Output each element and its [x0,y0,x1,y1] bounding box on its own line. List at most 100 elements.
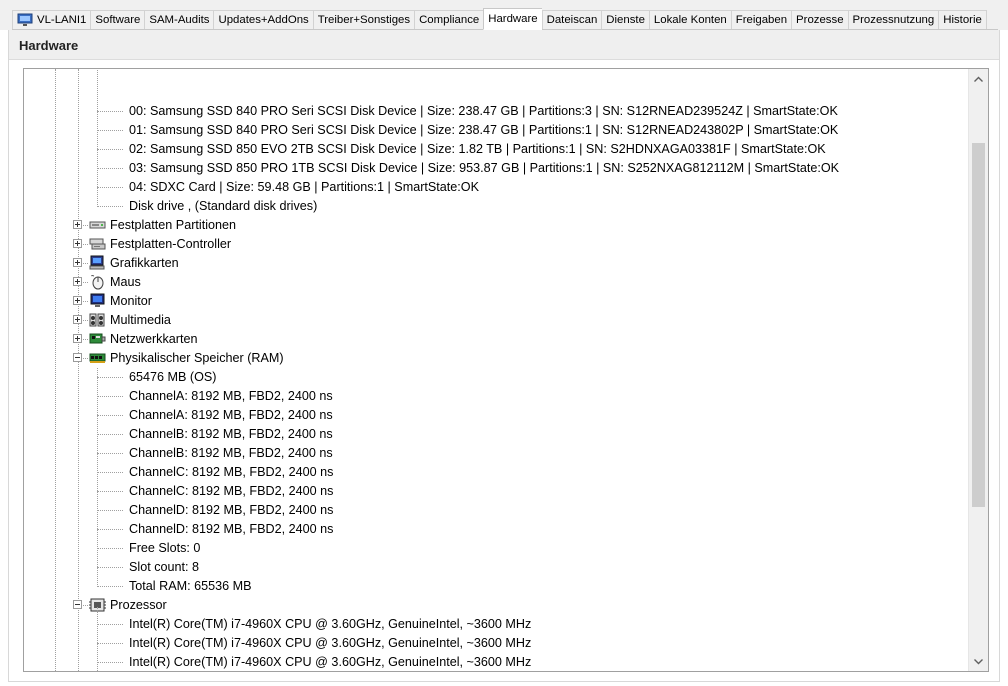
tree-item[interactable]: Intel(R) Core(TM) i7-4960X CPU @ 3.60GHz… [24,615,964,634]
tree-connector [97,472,123,473]
tree-item[interactable]: ChannelB: 8192 MB, FBD2, 2400 ns [24,444,964,463]
tab-freigaben[interactable]: Freigaben [730,10,792,30]
page-title: Hardware [19,38,79,53]
tree-item[interactable]: Disk drive , (Standard disk drives) [24,197,964,216]
collapse-minus-icon[interactable] [73,353,82,362]
tree-item[interactable]: ChannelA: 8192 MB, FBD2, 2400 ns [24,387,964,406]
tree-category-node[interactable]: Multimedia [24,311,964,330]
tree-item[interactable]: ChannelC: 8192 MB, FBD2, 2400 ns [24,463,964,482]
tab-prozesse[interactable]: Prozesse [791,10,848,30]
tree-category-node[interactable]: Festplatten Partitionen [24,216,964,235]
tab-dienste[interactable]: Dienste [601,10,649,30]
tree-connector [97,548,123,549]
tree-item[interactable]: Slot count: 8 [24,558,964,577]
tab-dateiscan[interactable]: Dateiscan [541,10,602,30]
multimedia-icon [89,312,106,328]
tree-node-label: Multimedia [110,313,171,327]
tab-label: Treiber+Sonstiges [317,14,411,26]
expand-plus-icon[interactable] [73,334,82,343]
tree-item[interactable]: 00: Samsung SSD 840 PRO Seri SCSI Disk D… [24,102,964,121]
tab-label: Prozesse [796,14,844,26]
tab-hardware[interactable]: Hardware [483,8,542,30]
tree-item[interactable]: Intel(R) Core(TM) i7-4960X CPU @ 3.60GHz… [24,653,964,671]
tab-historie[interactable]: Historie [938,10,987,30]
collapse-minus-icon[interactable] [73,600,82,609]
tree-item[interactable]: ChannelA: 8192 MB, FBD2, 2400 ns [24,406,964,425]
tree-item[interactable]: Free Slots: 0 [24,539,964,558]
tree-item-label: 02: Samsung SSD 850 EVO 2TB SCSI Disk De… [129,142,826,156]
expand-plus-icon[interactable] [73,258,82,267]
tab-label: Software [95,14,141,26]
scroll-down-button[interactable] [969,652,988,671]
tree-item[interactable]: 03: Samsung SSD 850 PRO 1TB SCSI Disk De… [24,159,964,178]
expand-plus-icon[interactable] [73,296,82,305]
tree-item[interactable]: Intel(R) Core(TM) i7-4960X CPU @ 3.60GHz… [24,634,964,653]
tree-connector [97,130,123,131]
tree-item[interactable]: ChannelD: 8192 MB, FBD2, 2400 ns [24,501,964,520]
tree-item[interactable]: 65476 MB (OS) [24,368,964,387]
tree-item-label: ChannelA: 8192 MB, FBD2, 2400 ns [129,408,333,422]
tree-item[interactable]: ChannelB: 8192 MB, FBD2, 2400 ns [24,425,964,444]
monitor-icon [89,293,106,309]
tree-connector [97,434,123,435]
tree-connector [97,111,123,112]
tree-connector [97,586,123,587]
tab-label: Dateiscan [546,14,598,26]
tree-connector [97,567,123,568]
tree-node-label: Physikalischer Speicher (RAM) [110,351,284,365]
tab-updates-addons[interactable]: Updates+AddOns [213,10,313,30]
tree-node-label: Festplatten-Controller [110,237,232,251]
expand-plus-icon[interactable] [73,220,82,229]
tree-category-node[interactable]: Grafikkarten [24,254,964,273]
tree-item[interactable]: Total RAM: 65536 MB [24,577,964,596]
tab-label: Dienste [606,14,645,26]
tab-vl-lani1[interactable]: VL-LANI1 [12,10,91,30]
tab-software[interactable]: Software [90,10,145,30]
tab-compliance[interactable]: Compliance [414,10,484,30]
hdd-controller-icon [89,236,106,252]
tree-connector [97,377,123,378]
expand-plus-icon[interactable] [73,277,82,286]
tab-list: VL-LANI1 Software SAM-Audits Updates+AddOns… [12,8,987,30]
tree-connector [97,206,123,207]
tab-label: Updates+AddOns [218,14,309,26]
tree-item-label: Intel(R) Core(TM) i7-4960X CPU @ 3.60GHz… [129,617,532,631]
scroll-up-button[interactable] [969,69,988,88]
tree-category-node[interactable]: Maus [24,273,964,292]
tab-treiber-sonstiges[interactable]: Treiber+Sonstiges [312,10,415,30]
expand-plus-icon[interactable] [73,315,82,324]
ram-icon [89,350,106,366]
tab-label: Historie [943,14,982,26]
display-adapter-icon [89,255,106,271]
tree-category-node[interactable]: Prozessor [24,596,964,615]
tree-item-label: Disk drive , (Standard disk drives) [129,199,318,213]
tree-item-label: 00: Samsung SSD 840 PRO Seri SCSI Disk D… [129,104,838,118]
tree-connector [97,491,123,492]
tab-label: Freigaben [735,14,788,26]
tab-lokale-konten[interactable]: Lokale Konten [648,10,731,30]
tab-strip: VL-LANI1 Software SAM-Audits Updates+AddOns… [0,0,1008,30]
tree-category-node[interactable]: Monitor [24,292,964,311]
tree-item[interactable]: 01: Samsung SSD 840 PRO Seri SCSI Disk D… [24,121,964,140]
tab-label: Compliance [419,14,480,26]
tree-connector [97,662,123,663]
tree-item[interactable]: 04: SDXC Card | Size: 59.48 GB | Partiti… [24,178,964,197]
tab-prozessnutzung[interactable]: Prozessnutzung [847,10,939,30]
tree-item[interactable]: ChannelC: 8192 MB, FBD2, 2400 ns [24,482,964,501]
scroll-thumb[interactable] [972,143,985,507]
tree-guide-ram [97,368,98,587]
tree-category-node[interactable]: Netzwerkkarten [24,330,964,349]
tree-connector [97,168,123,169]
tree-item-label: Free Slots: 0 [129,541,201,555]
expand-plus-icon[interactable] [73,239,82,248]
tab-label: Lokale Konten [653,14,727,26]
hardware-tree-view[interactable]: 00: Samsung SSD 840 PRO Seri SCSI Disk D… [23,68,989,672]
tree-item[interactable]: 02: Samsung SSD 850 EVO 2TB SCSI Disk De… [24,140,964,159]
tree-category-node[interactable]: Physikalischer Speicher (RAM) [24,349,964,368]
tree-item-label: ChannelD: 8192 MB, FBD2, 2400 ns [129,522,334,536]
tree-category-node[interactable]: Festplatten-Controller [24,235,964,254]
tab-sam-audits[interactable]: SAM-Audits [144,10,214,30]
tree-item[interactable]: ChannelD: 8192 MB, FBD2, 2400 ns [24,520,964,539]
vertical-scrollbar[interactable] [968,69,988,671]
tree-connector [97,187,123,188]
